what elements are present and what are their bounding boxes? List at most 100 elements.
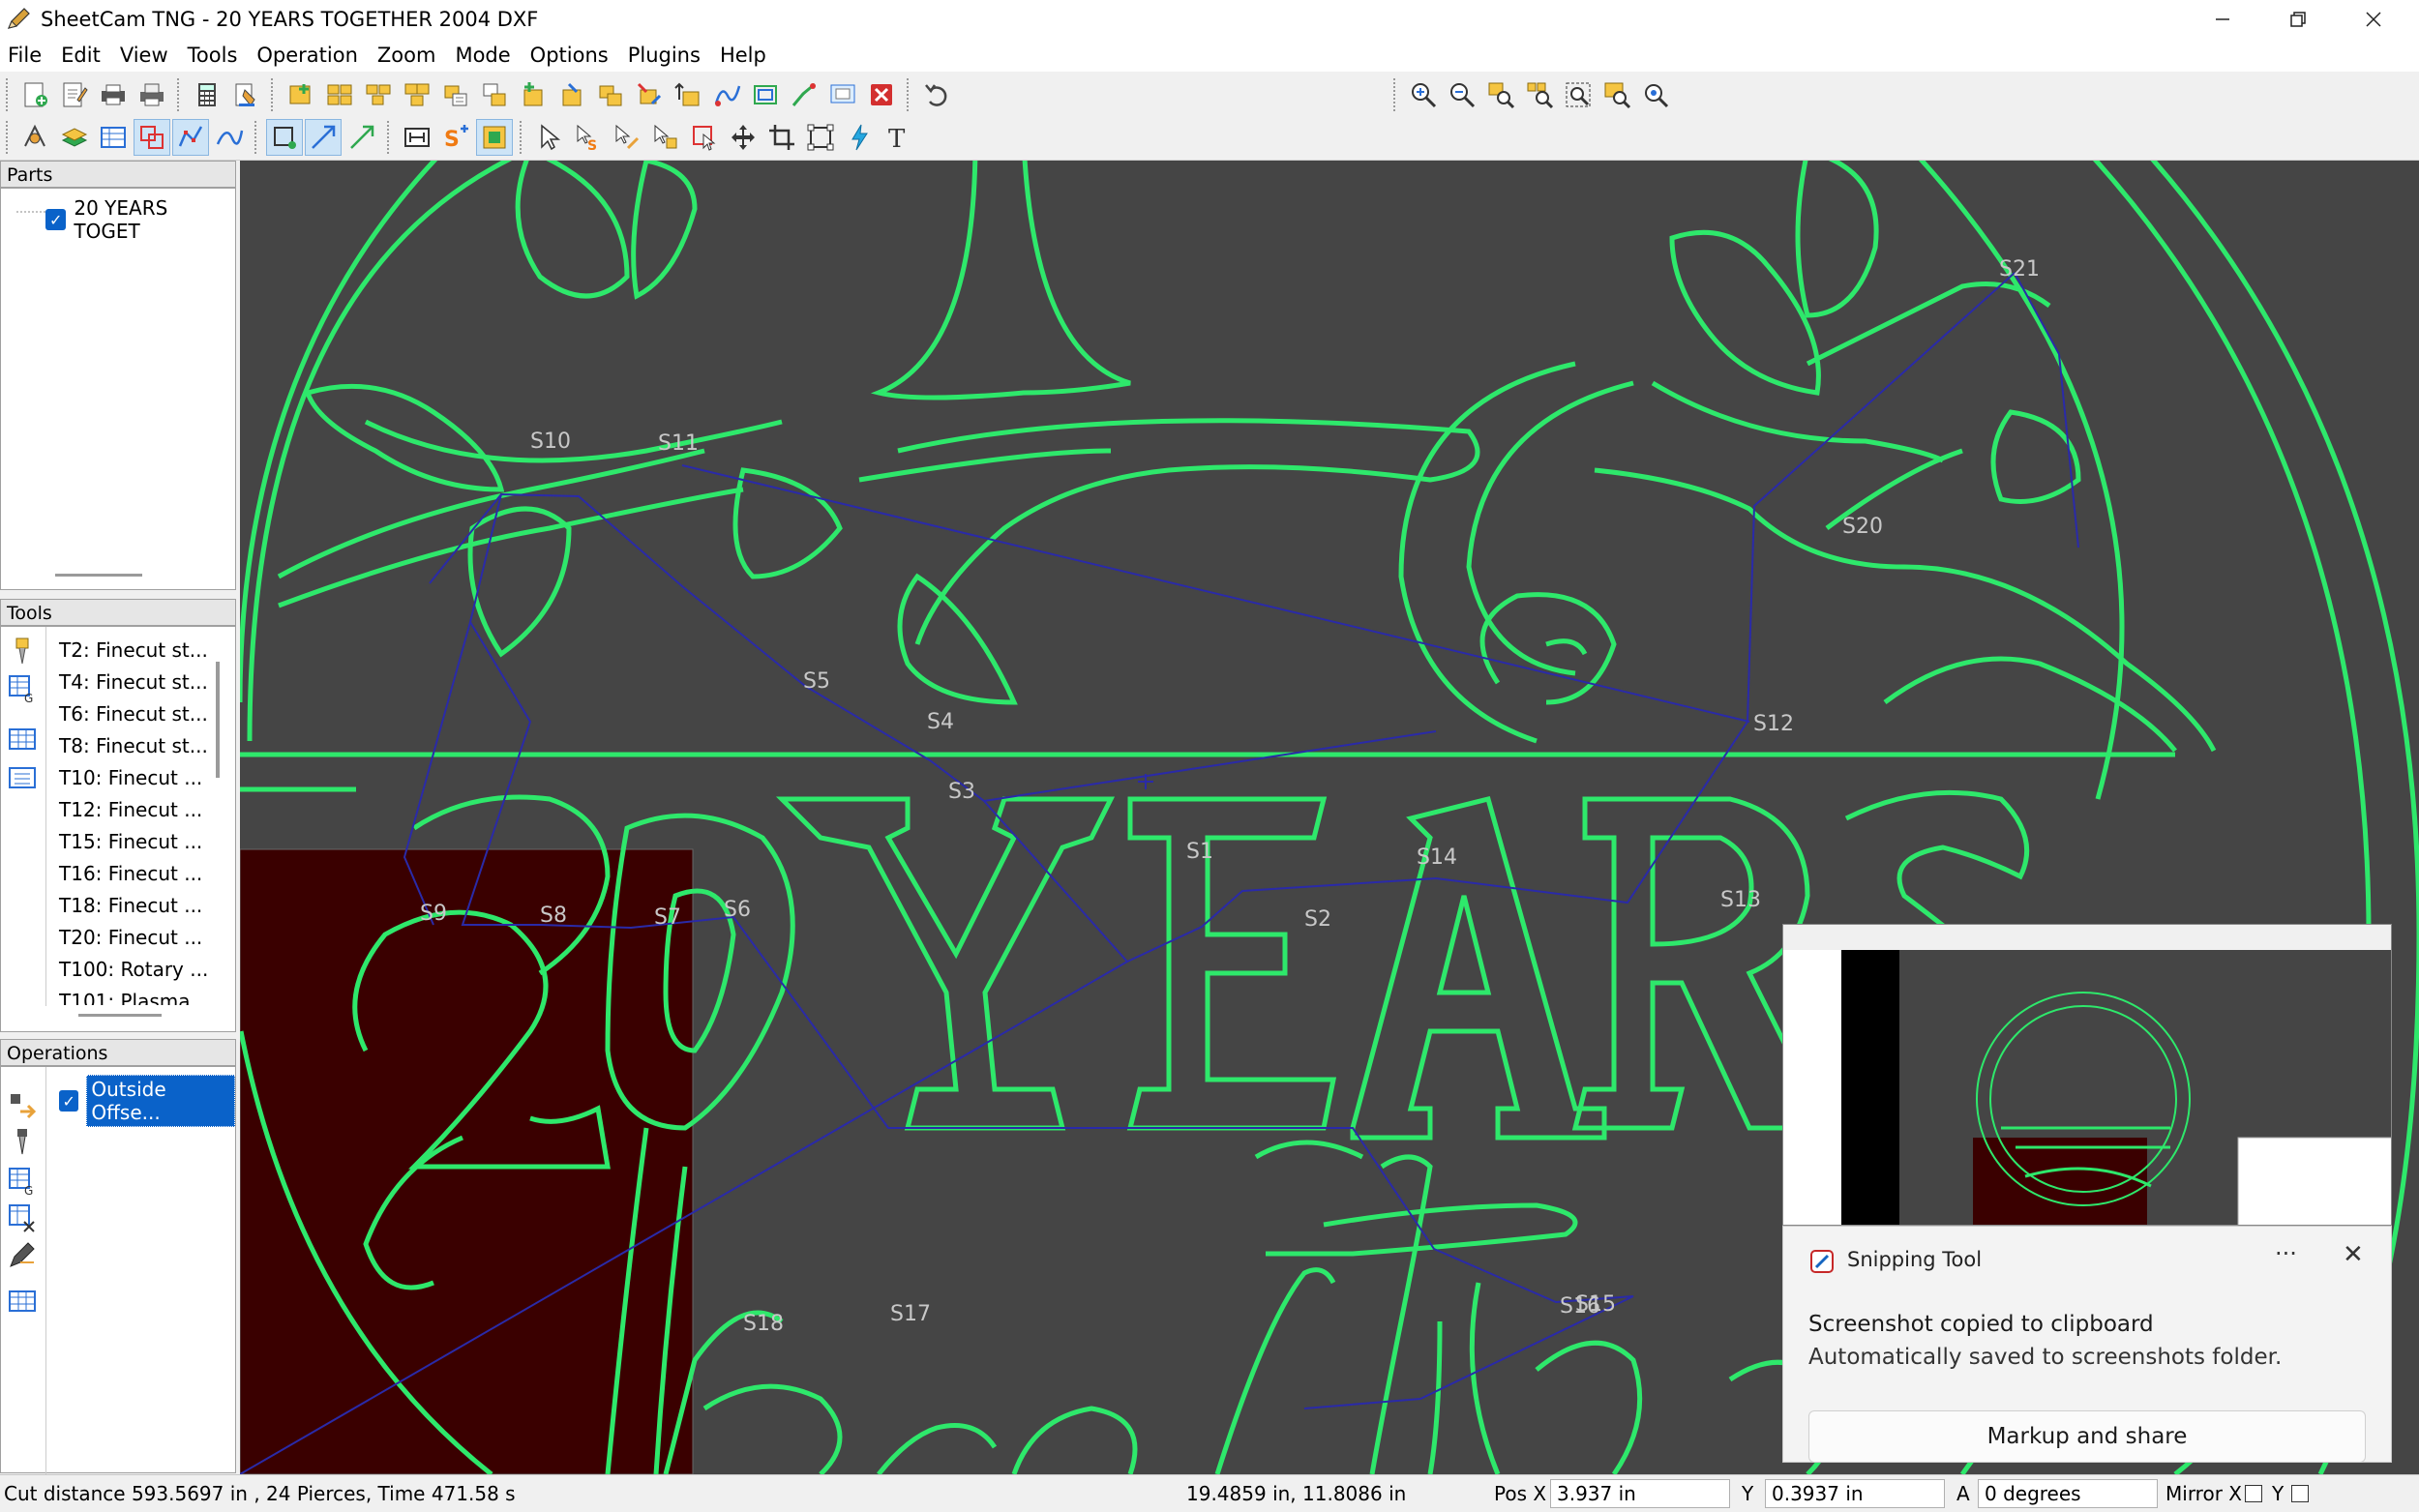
tool-path-icon[interactable]	[747, 76, 784, 113]
part-checkbox[interactable]: ✓	[45, 209, 67, 230]
add-operation-icon[interactable]	[515, 76, 552, 113]
mirror-y-checkbox[interactable]	[2291, 1485, 2309, 1502]
op-delete-icon[interactable]	[7, 1202, 38, 1233]
minimize-icon[interactable]	[2185, 0, 2260, 39]
tool-item[interactable]: T8: Finecut st...	[59, 734, 208, 757]
part-properties-icon[interactable]	[437, 76, 474, 113]
start-point-icon[interactable]	[266, 119, 303, 156]
move-tool-icon[interactable]	[725, 119, 762, 156]
tool-item[interactable]: T15: Finecut ...	[59, 830, 202, 853]
parts-scrollbar[interactable]	[55, 574, 142, 577]
tool-item[interactable]: T12: Finecut ...	[59, 798, 202, 821]
op-drill-icon[interactable]	[7, 1127, 38, 1158]
zoom-sheet-icon[interactable]	[1598, 76, 1635, 113]
op-gcode-icon[interactable]: G	[7, 1166, 38, 1198]
lead-tool-icon[interactable]	[609, 119, 645, 156]
select-rect-tool-icon[interactable]	[686, 119, 723, 156]
operation-order-icon[interactable]	[631, 76, 668, 113]
add-parts-icon[interactable]	[283, 76, 319, 113]
crop-tool-icon[interactable]	[763, 119, 800, 156]
sort-operations-icon[interactable]	[670, 76, 706, 113]
menu-operation[interactable]: Operation	[247, 39, 368, 72]
zoom-part-icon[interactable]	[1482, 76, 1519, 113]
tool-item[interactable]: T16: Finecut ...	[59, 862, 202, 885]
operation-checkbox[interactable]: ✓	[59, 1090, 79, 1112]
tool-item[interactable]: T18: Finecut ...	[59, 894, 202, 917]
duplicate-operation-icon[interactable]	[592, 76, 629, 113]
set-start-tool-icon[interactable]: S	[570, 119, 607, 156]
array-parts-icon[interactable]	[360, 76, 397, 113]
cut-path-icon[interactable]	[708, 76, 745, 113]
lead-in-icon[interactable]	[786, 76, 822, 113]
menu-edit[interactable]: Edit	[51, 39, 110, 72]
zoom-out-icon[interactable]	[1444, 76, 1480, 113]
tools-hscrollbar[interactable]	[78, 1014, 162, 1017]
op-table-icon[interactable]	[7, 1286, 38, 1317]
menu-help[interactable]: Help	[710, 39, 776, 72]
zoom-parts-icon[interactable]	[1521, 76, 1558, 113]
markup-and-share-button[interactable]: Markup and share	[1808, 1410, 2366, 1463]
operation-item[interactable]: ✓ Outside Offse...	[59, 1075, 235, 1127]
nest-parts-icon[interactable]	[321, 76, 358, 113]
snip-thumbnail[interactable]	[1782, 924, 2392, 1226]
pos-y-input[interactable]: 0.3937 in	[1765, 1479, 1945, 1508]
menu-view[interactable]: View	[110, 39, 178, 72]
start-order-icon[interactable]: S	[437, 119, 474, 156]
mirror-x-checkbox[interactable]	[2245, 1485, 2262, 1502]
table-settings-icon[interactable]	[95, 119, 132, 156]
menu-plugins[interactable]: Plugins	[618, 39, 710, 72]
post-process-icon[interactable]	[227, 76, 264, 113]
preview-icon[interactable]	[824, 76, 861, 113]
tool-item[interactable]: T10: Finecut ...	[59, 766, 202, 789]
stop-icon[interactable]	[863, 76, 900, 113]
part-list-icon[interactable]	[476, 76, 513, 113]
tools-vscrollbar[interactable]	[216, 662, 220, 778]
zoom-in-icon[interactable]	[1405, 76, 1442, 113]
close-notification-icon[interactable]: ✕	[2343, 1240, 2364, 1269]
layers-icon[interactable]	[56, 119, 93, 156]
direction-icon[interactable]	[343, 119, 380, 156]
tab-tool-icon[interactable]	[647, 119, 684, 156]
tool-list-icon[interactable]	[7, 762, 38, 793]
close-icon[interactable]	[2336, 0, 2411, 39]
tool-item[interactable]: T100: Rotary ...	[59, 958, 208, 981]
op-edit-icon[interactable]	[7, 1239, 38, 1270]
tool-table-icon[interactable]	[7, 724, 38, 755]
tool-gcode-icon[interactable]: G	[7, 673, 38, 705]
tool-item[interactable]: T2: Finecut st...	[59, 638, 208, 662]
lead-out-icon[interactable]	[305, 119, 342, 156]
undo-icon[interactable]	[918, 76, 955, 113]
more-options-icon[interactable]: ···	[2275, 1240, 2297, 1267]
fit-sheet-icon[interactable]	[399, 119, 435, 156]
zoom-extents-icon[interactable]	[1560, 76, 1597, 113]
tool-item[interactable]: T4: Finecut st...	[59, 670, 208, 694]
part-item[interactable]: ✓ 20 YEARS TOGET	[45, 196, 235, 243]
zoom-settings-icon[interactable]	[1637, 76, 1674, 113]
printer-setup-icon[interactable]	[134, 76, 170, 113]
menu-options[interactable]: Options	[521, 39, 618, 72]
new-job-icon[interactable]	[17, 76, 54, 113]
tool-item[interactable]: T101: Plasma ...	[59, 990, 215, 1005]
tool-mill-icon[interactable]	[7, 637, 38, 667]
restore-icon[interactable]	[2260, 0, 2336, 39]
machine-options-icon[interactable]	[17, 119, 54, 156]
print-icon[interactable]	[95, 76, 132, 113]
edit-path-icon[interactable]	[172, 119, 209, 156]
tool-item[interactable]: T6: Finecut st...	[59, 702, 208, 726]
insert-operation-icon[interactable]	[553, 76, 590, 113]
select-tool-icon[interactable]	[531, 119, 568, 156]
menu-zoom[interactable]: Zoom	[368, 39, 446, 72]
menu-tools[interactable]: Tools	[178, 39, 248, 72]
copy-parts-icon[interactable]	[399, 76, 435, 113]
curve-path-icon[interactable]	[211, 119, 248, 156]
tab-icon[interactable]	[476, 119, 513, 156]
lightning-tool-icon[interactable]	[841, 119, 878, 156]
op-add-icon[interactable]	[7, 1090, 38, 1121]
calculator-icon[interactable]	[189, 76, 225, 113]
select-parts-icon[interactable]	[134, 119, 170, 156]
open-job-icon[interactable]	[56, 76, 93, 113]
menu-mode[interactable]: Mode	[445, 39, 520, 72]
pos-x-input[interactable]: 3.937 in	[1550, 1479, 1730, 1508]
angle-input[interactable]: 0 degrees	[1978, 1479, 2158, 1508]
tool-item[interactable]: T20: Finecut ...	[59, 926, 202, 949]
